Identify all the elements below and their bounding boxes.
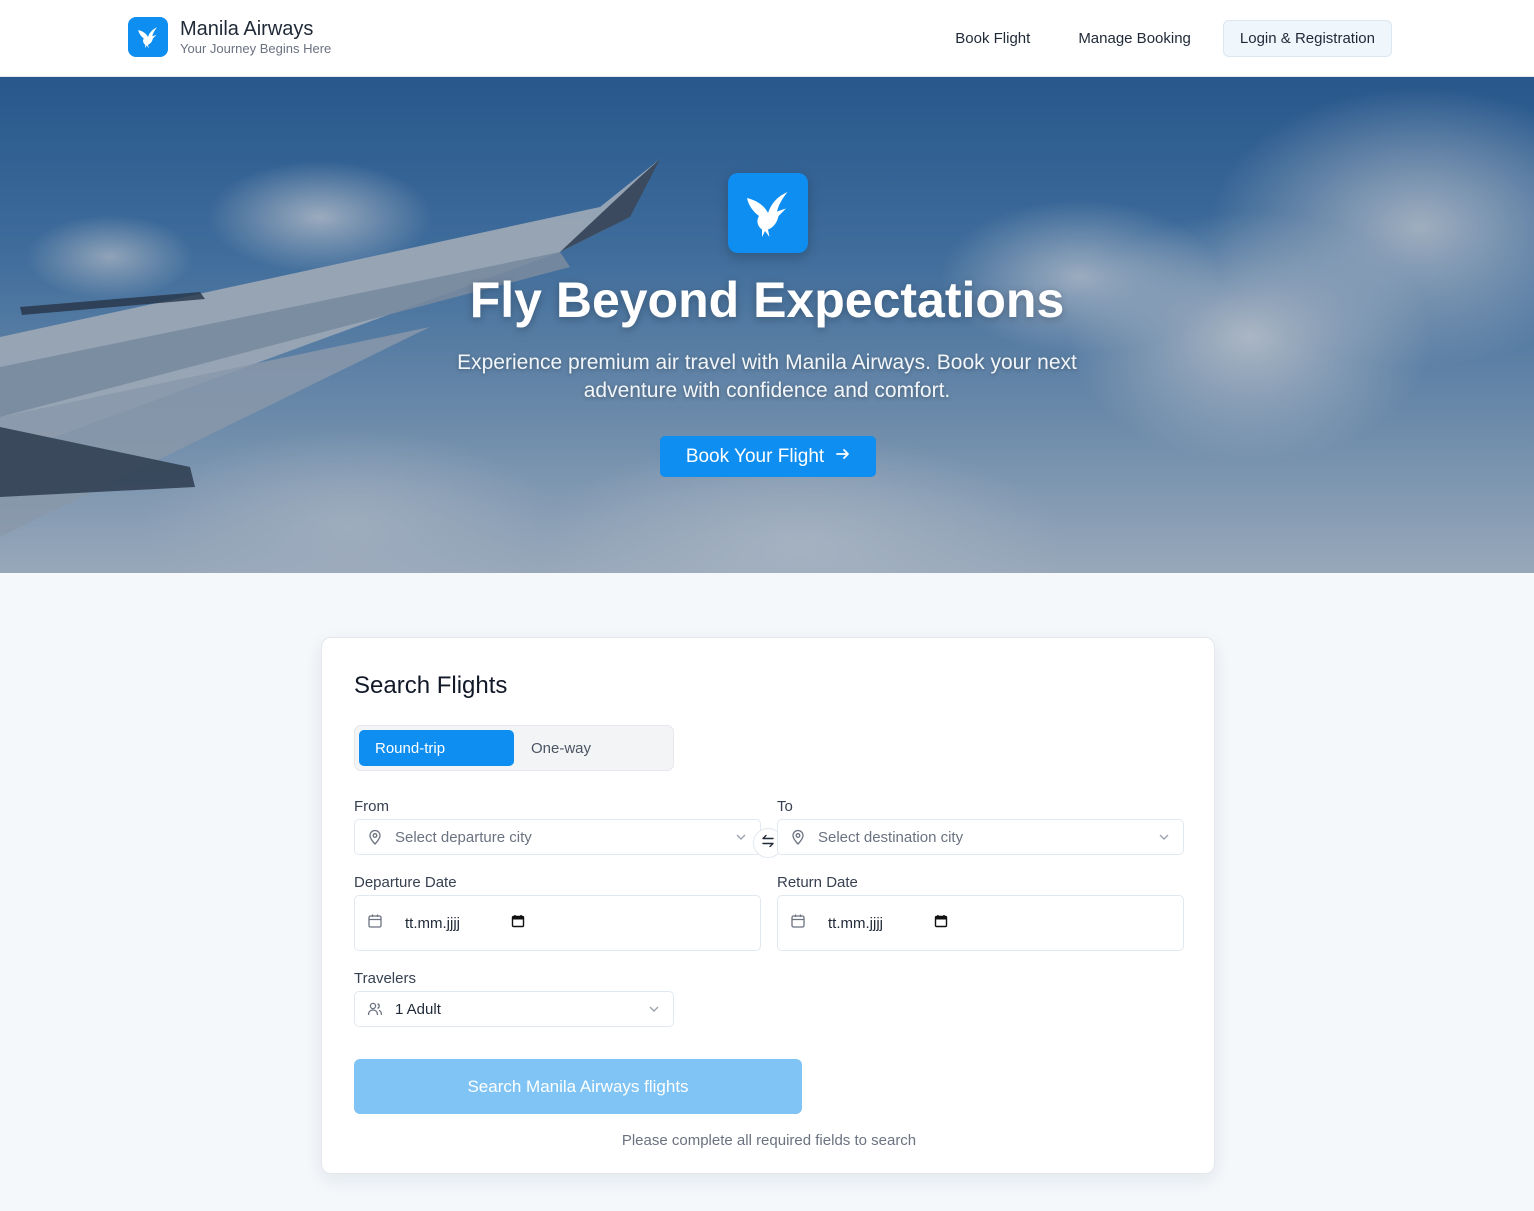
trip-type-toggle: Round-trip One-way [354, 725, 674, 771]
return-date-value: tt.mm.jjjj [828, 914, 883, 932]
map-pin-icon [790, 829, 806, 845]
swap-arrows-icon [760, 833, 776, 854]
search-flights-title: Search Flights [354, 672, 508, 699]
brand[interactable]: Manila Airways Your Journey Begins Here [128, 17, 331, 57]
nav-manage-booking[interactable]: Manage Booking [1062, 21, 1207, 56]
brand-tagline: Your Journey Begins Here [180, 41, 332, 56]
form-hint-text: Please complete all required fields to s… [621, 1132, 917, 1149]
from-city-placeholder: Select departure city [395, 828, 532, 846]
trip-option-round-trip[interactable]: Round-trip [359, 730, 514, 766]
calendar-icon [367, 913, 383, 934]
nav-book-flight[interactable]: Book Flight [939, 21, 1046, 56]
from-city-select[interactable]: Select departure city [354, 819, 761, 855]
chevron-down-icon [647, 1002, 661, 1021]
book-your-flight-label: Book Your Flight [685, 445, 825, 467]
hero-banner: Fly Beyond Expectations Experience premi… [0, 77, 1534, 573]
main-nav: Book Flight Manage Booking Login & Regis… [923, 20, 1392, 57]
users-icon [367, 1001, 383, 1017]
calendar-icon [790, 913, 806, 934]
map-pin-icon [367, 829, 383, 845]
travelers-label: Travelers [354, 970, 416, 987]
arrow-right-icon [836, 447, 850, 466]
login-registration-button[interactable]: Login & Registration [1222, 20, 1392, 57]
brand-name: Manila Airways [180, 18, 314, 40]
departure-date-label: Departure Date [354, 874, 457, 891]
return-date-label: Return Date [777, 874, 858, 891]
to-city-select[interactable]: Select destination city [777, 819, 1184, 855]
to-city-placeholder: Select destination city [818, 828, 964, 846]
date-picker-icon[interactable] [511, 914, 525, 933]
chevron-down-icon [734, 830, 748, 849]
book-your-flight-button[interactable]: Book Your Flight [660, 436, 876, 477]
travelers-select[interactable]: 1 Adult [354, 991, 674, 1027]
trip-option-one-way[interactable]: One-way [515, 730, 670, 766]
return-date-input[interactable]: tt.mm.jjjj [777, 895, 1184, 951]
travelers-value: 1 Adult [395, 1000, 441, 1018]
search-flights-card: Search Flights Round-trip One-way From S… [321, 637, 1215, 1174]
search-flights-button[interactable]: Search Manila Airways flights [354, 1059, 802, 1114]
to-label: To [777, 798, 793, 815]
hero-bird-logo-icon [728, 173, 808, 253]
bird-logo-icon [128, 17, 168, 57]
from-label: From [354, 798, 389, 815]
date-picker-icon[interactable] [934, 914, 948, 933]
hero-subtitle: Experience premium air travel with Manil… [457, 351, 1077, 402]
chevron-down-icon [1157, 830, 1171, 849]
site-header: Manila Airways Your Journey Begins Here … [0, 0, 1534, 77]
hero-title: Fly Beyond Expectations [469, 272, 1065, 328]
departure-date-value: tt.mm.jjjj [405, 914, 460, 932]
departure-date-input[interactable]: tt.mm.jjjj [354, 895, 761, 951]
